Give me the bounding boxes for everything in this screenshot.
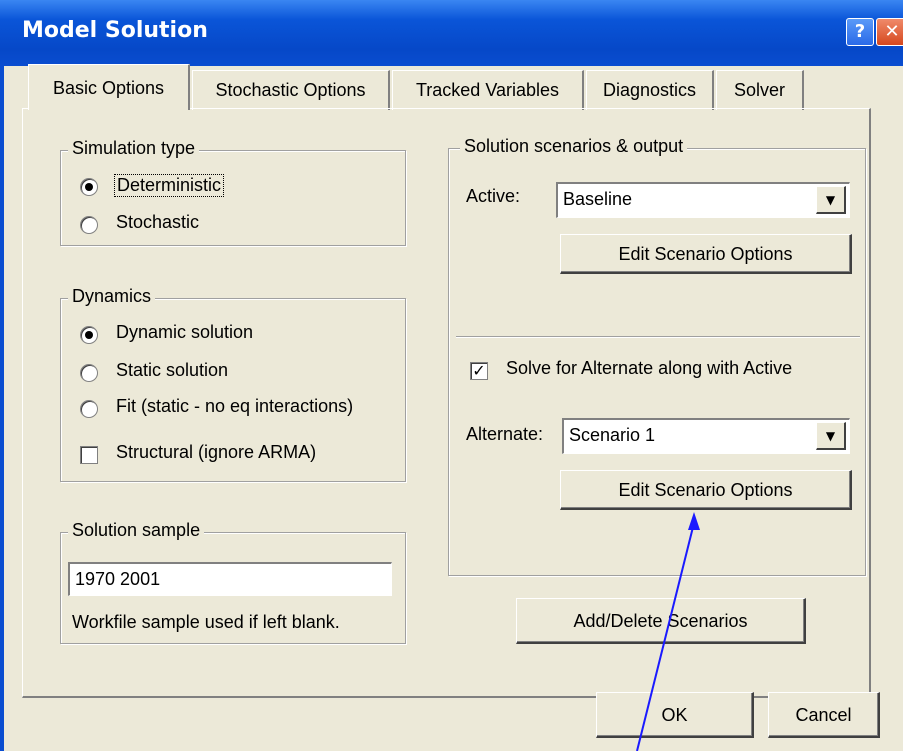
annotation-arrow-icon — [636, 512, 700, 751]
model-solution-dialog: Model Solution ? ✕ Basic Options Stochas… — [0, 0, 903, 751]
tab-basic-options[interactable]: Basic Options — [28, 64, 190, 110]
